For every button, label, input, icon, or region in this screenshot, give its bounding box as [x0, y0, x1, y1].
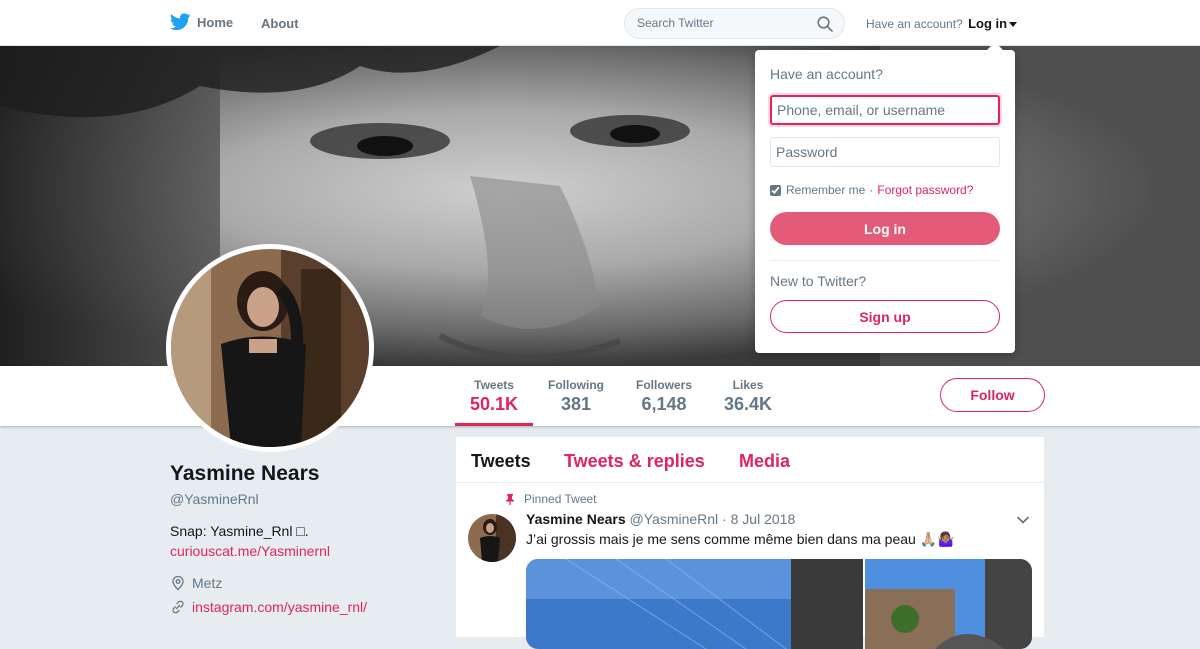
have-account-text: Have an account?	[866, 17, 963, 31]
tweet-photo[interactable]	[865, 559, 1032, 649]
nav-home-label: Home	[197, 14, 234, 30]
tweet-avatar[interactable]	[468, 514, 516, 562]
profile-avatar[interactable]	[166, 244, 374, 452]
bio-text: Snap: Yasmine_Rnl □.	[170, 523, 309, 539]
divider	[770, 260, 1000, 261]
follow-button[interactable]: Follow	[940, 378, 1045, 412]
timeline-tabs: Tweets Tweets & replies Media	[456, 437, 1044, 483]
stat-value: 381	[560, 394, 592, 414]
tweet-separator: ·	[722, 511, 727, 527]
stat-value: 6,148	[641, 394, 687, 414]
tab-tweets[interactable]: Tweets	[471, 451, 531, 472]
stat-following[interactable]: Following 381	[548, 378, 604, 415]
tweet-media[interactable]	[526, 559, 1032, 649]
pinned-tweet-context: Pinned Tweet	[504, 492, 597, 506]
profile-location: Metz	[170, 575, 440, 591]
stat-label: Following	[548, 378, 604, 392]
stat-label: Tweets	[474, 378, 514, 392]
stat-likes[interactable]: Likes 36.4K	[724, 378, 772, 415]
login-dropdown-title: Have an account?	[770, 66, 883, 82]
nav-about-link[interactable]: About	[261, 16, 299, 31]
tweet-author-name[interactable]: Yasmine Nears	[526, 511, 626, 527]
stat-value: 36.4K	[724, 394, 773, 414]
profile-bio: Snap: Yasmine_Rnl □. curiouscat.me/Yasmi…	[170, 521, 440, 561]
search-input[interactable]	[637, 16, 807, 30]
remember-me-checkbox[interactable]	[770, 184, 781, 196]
new-to-twitter-text: New to Twitter?	[770, 273, 867, 289]
tweet-photo[interactable]	[526, 559, 863, 649]
stat-label: Followers	[636, 378, 693, 392]
pinned-label: Pinned Tweet	[524, 492, 597, 506]
username-field[interactable]	[770, 95, 1000, 125]
remember-separator: ·	[869, 183, 874, 197]
chevron-down-icon[interactable]	[1016, 515, 1030, 525]
login-dropdown: Have an account? Remember me · Forgot pa…	[755, 42, 1015, 353]
caret-down-icon	[1009, 22, 1018, 28]
forgot-password-link[interactable]: Forgot password?	[877, 183, 973, 197]
stat-tweets[interactable]: Tweets 50.1K	[454, 378, 534, 426]
login-link-label[interactable]: Log in	[968, 16, 1007, 31]
login-dropdown-toggle[interactable]: Have an account? Log in	[866, 16, 1018, 31]
remember-me-row: Remember me · Forgot password?	[770, 183, 973, 197]
profile-website: instagram.com/yasmine_rnl/	[170, 599, 440, 615]
profile-handle: @YasmineRnl	[170, 491, 259, 507]
search-box	[624, 8, 845, 39]
stat-label: Likes	[732, 378, 764, 392]
pin-icon	[506, 494, 514, 505]
login-button[interactable]: Log in	[770, 212, 1000, 245]
signup-button[interactable]: Sign up	[770, 300, 1000, 333]
nav-home-link[interactable]: Home	[170, 13, 233, 31]
link-icon	[172, 600, 184, 614]
location-pin-icon	[172, 575, 184, 591]
top-navigation-bar: Home About Have an account? Log in	[0, 0, 1200, 46]
profile-sidebar: Yasmine Nears @YasmineRnl Snap: Yasmine_…	[170, 462, 440, 615]
twitter-bird-icon	[170, 13, 191, 31]
remember-me-label[interactable]: Remember me	[786, 183, 865, 197]
profile-name: Yasmine Nears	[170, 462, 320, 485]
tweet-date[interactable]: 8 Jul 2018	[731, 511, 796, 527]
tweet-header: Yasmine Nears @YasmineRnl · 8 Jul 2018	[526, 511, 795, 527]
bio-link[interactable]: curiouscat.me/Yasminernl	[170, 543, 330, 559]
tab-media[interactable]: Media	[739, 451, 790, 472]
stat-value: 50.1K	[470, 394, 519, 414]
tweet-text: J’ai grossis mais je me sens comme même …	[526, 531, 955, 547]
timeline: Tweets Tweets & replies Media Pinned Twe…	[456, 437, 1044, 649]
location-text: Metz	[192, 575, 223, 591]
password-field[interactable]	[770, 137, 1000, 167]
tab-tweets-replies[interactable]: Tweets & replies	[564, 451, 705, 472]
website-link[interactable]: instagram.com/yasmine_rnl/	[192, 599, 367, 615]
tweet-author-handle[interactable]: @YasmineRnl	[630, 511, 719, 527]
search-icon[interactable]	[817, 16, 833, 32]
stat-followers[interactable]: Followers 6,148	[636, 378, 692, 415]
